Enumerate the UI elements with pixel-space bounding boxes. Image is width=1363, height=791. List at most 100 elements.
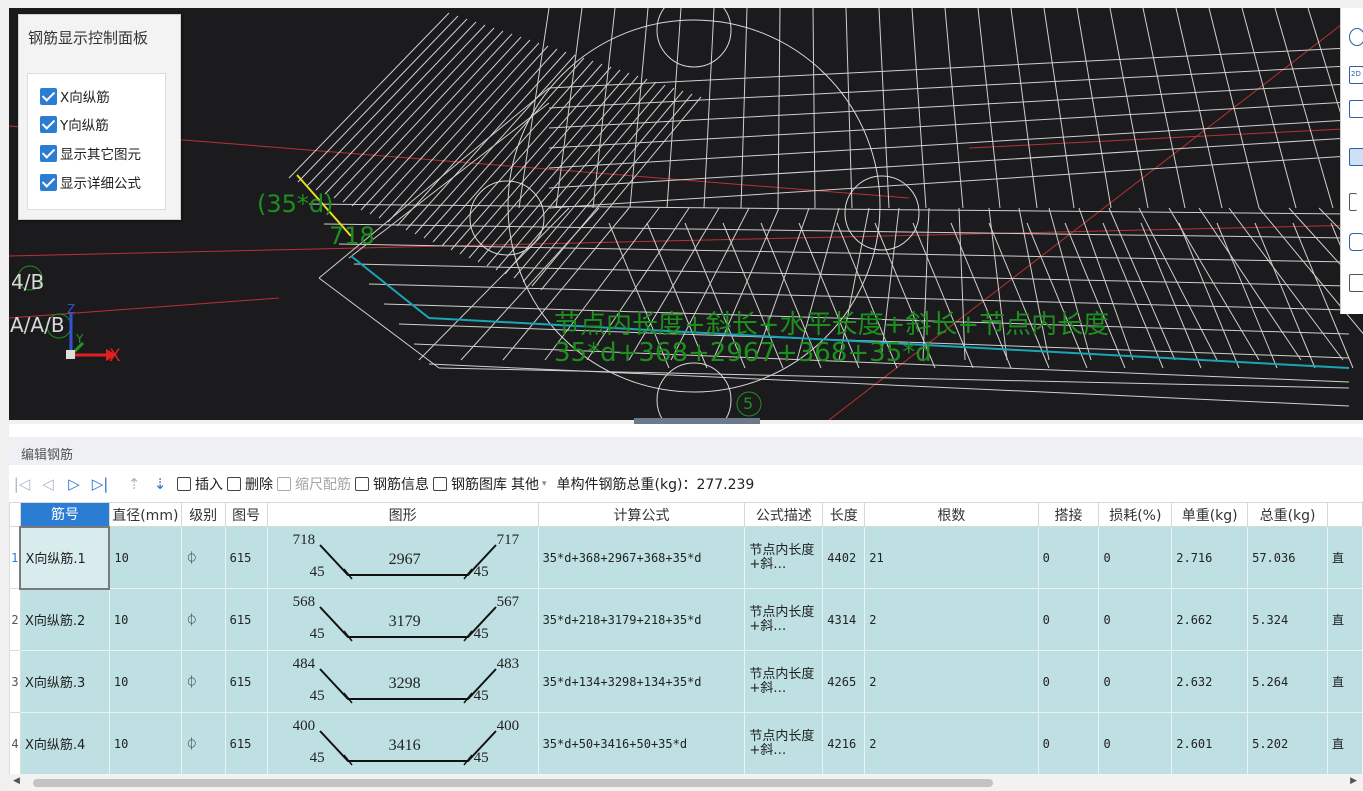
option-y-rebar[interactable]: Y向纵筋 bbox=[40, 114, 109, 134]
cell-fig[interactable]: 615 bbox=[224, 526, 268, 589]
cell-formula[interactable]: 35*d+50+3416+50+35*d bbox=[537, 712, 746, 774]
cell-formula[interactable]: 35*d+368+2967+368+35*d bbox=[537, 526, 746, 589]
row-number[interactable]: 4 bbox=[9, 712, 21, 774]
cell-desc[interactable]: 节点内长度+斜… bbox=[744, 588, 824, 651]
2d-icon[interactable]: 2D bbox=[1349, 66, 1363, 84]
cube-icon[interactable] bbox=[1349, 233, 1363, 251]
scroll-left-icon[interactable]: ◀ bbox=[13, 776, 20, 786]
table-row[interactable]: 4 X向纵筋.4 10 ⏀ 615 400 400 45 45 3416 35*d+50+3416+… bbox=[9, 712, 1363, 774]
last-record-icon[interactable]: ▷| bbox=[87, 475, 113, 493]
col-unit-weight[interactable]: 单重(kg) bbox=[1171, 502, 1249, 527]
col-grade[interactable]: 级别 bbox=[180, 502, 226, 527]
col-total-weight[interactable]: 总重(kg) bbox=[1247, 502, 1328, 527]
prev-record-icon[interactable]: ◁ bbox=[35, 475, 61, 493]
cell-grade[interactable]: ⏀ bbox=[180, 526, 226, 589]
cell-name[interactable]: X向纵筋.2 bbox=[19, 588, 110, 651]
table-row[interactable]: 3 X向纵筋.3 10 ⏀ 615 484 483 45 45 3298 35*d+134+3298… bbox=[9, 650, 1363, 713]
cell-desc[interactable]: 节点内长度+斜… bbox=[744, 650, 824, 713]
col-lap[interactable]: 搭接 bbox=[1037, 502, 1100, 527]
cell-count[interactable]: 2 bbox=[864, 712, 1039, 774]
cell-grade[interactable]: ⏀ bbox=[180, 712, 226, 774]
cell-dia[interactable]: 10 bbox=[108, 588, 182, 651]
rebar-shape-cell[interactable]: 718 717 45 45 2967 bbox=[266, 526, 539, 589]
col-diameter[interactable]: 直径(mm) bbox=[108, 502, 182, 527]
cell-name[interactable]: X向纵筋.1 bbox=[19, 525, 111, 590]
cell-total-wt[interactable]: 5.324 bbox=[1247, 588, 1328, 651]
cell-lap[interactable]: 0 bbox=[1037, 712, 1100, 774]
cell-formula[interactable]: 35*d+134+3298+134+35*d bbox=[537, 650, 746, 713]
cell-total-wt[interactable]: 5.264 bbox=[1247, 650, 1328, 713]
col-formula-desc[interactable]: 公式描述 bbox=[744, 502, 824, 527]
col-extra[interactable] bbox=[1326, 502, 1363, 527]
cell-extra[interactable]: 直 bbox=[1326, 712, 1363, 774]
table-row[interactable]: 2 X向纵筋.2 10 ⏀ 615 568 567 45 45 3179 35*d+218+3179… bbox=[9, 588, 1363, 651]
other-menu-button[interactable]: 其他 ▾ bbox=[511, 473, 547, 495]
cell-formula[interactable]: 35*d+218+3179+218+35*d bbox=[537, 588, 746, 651]
scroll-right-icon[interactable]: ▶ bbox=[1350, 776, 1357, 786]
cell-grade[interactable]: ⏀ bbox=[180, 650, 226, 713]
row-number[interactable]: 3 bbox=[9, 650, 21, 713]
checkbox-checked-icon[interactable] bbox=[40, 87, 57, 105]
cell-name[interactable]: X向纵筋.4 bbox=[19, 712, 110, 774]
cell-loss[interactable]: 0 bbox=[1098, 712, 1173, 774]
cell-unit-wt[interactable]: 2.662 bbox=[1171, 588, 1249, 651]
next-record-icon[interactable]: ▷ bbox=[61, 475, 87, 493]
cell-dia[interactable]: 10 bbox=[108, 712, 182, 774]
rebar-shape-cell[interactable]: 568 567 45 45 3179 bbox=[266, 588, 539, 651]
checkbox-checked-icon[interactable] bbox=[40, 144, 57, 162]
cell-fig[interactable]: 615 bbox=[224, 650, 268, 713]
cell-extra[interactable]: 直 bbox=[1326, 650, 1363, 713]
cell-length[interactable]: 4265 bbox=[822, 650, 866, 713]
cell-fig[interactable]: 615 bbox=[224, 712, 268, 774]
3d-viewport[interactable]: 4/B A/A/B X Y Z (35*d) 718 节点内长度+斜长+水平长度… bbox=[9, 8, 1363, 420]
col-rebar-no[interactable]: 筋号 bbox=[19, 502, 110, 527]
cell-extra[interactable]: 直 bbox=[1326, 588, 1363, 651]
cell-length[interactable]: 4402 bbox=[822, 526, 866, 589]
cell-total-wt[interactable]: 5.202 bbox=[1247, 712, 1328, 774]
rebar-shape-cell[interactable]: 484 483 45 45 3298 bbox=[266, 650, 539, 713]
cell-unit-wt[interactable]: 2.632 bbox=[1171, 650, 1249, 713]
delete-button[interactable]: 删除 bbox=[227, 473, 273, 495]
col-formula[interactable]: 计算公式 bbox=[537, 502, 746, 527]
col-count[interactable]: 根数 bbox=[864, 502, 1039, 527]
cell-desc[interactable]: 节点内长度+斜… bbox=[744, 712, 824, 774]
insert-button[interactable]: 插入 bbox=[177, 473, 223, 495]
option-other-elements[interactable]: 显示其它图元 bbox=[40, 143, 141, 163]
cell-grade[interactable]: ⏀ bbox=[180, 588, 226, 651]
rebar-shape-cell[interactable]: 400 400 45 45 3416 bbox=[266, 712, 539, 774]
cell-fig[interactable]: 615 bbox=[224, 588, 268, 651]
table-row[interactable]: 1 X向纵筋.1 10 ⏀ 615 718 717 45 45 2967 35*d+368+2967… bbox=[9, 525, 1363, 590]
cell-length[interactable]: 4314 bbox=[822, 588, 866, 651]
rebar-library-button[interactable]: 钢筋图库 bbox=[433, 473, 507, 495]
scroll-thumb[interactable] bbox=[33, 779, 993, 787]
checkbox-checked-icon[interactable] bbox=[40, 115, 57, 133]
rotate-icon[interactable] bbox=[1349, 28, 1363, 46]
checkbox-checked-icon[interactable] bbox=[40, 173, 57, 191]
cell-unit-wt[interactable]: 2.601 bbox=[1171, 712, 1249, 774]
cell-lap[interactable]: 0 bbox=[1037, 526, 1100, 589]
cell-count[interactable]: 2 bbox=[864, 588, 1039, 651]
move-up-icon[interactable]: ⇡ bbox=[121, 475, 147, 493]
box-icon[interactable] bbox=[1349, 100, 1363, 118]
rebar-info-button[interactable]: 钢筋信息 bbox=[355, 473, 429, 495]
cell-total-wt[interactable]: 57.036 bbox=[1247, 526, 1328, 589]
scale-rebar-button[interactable]: 缩尺配筋 bbox=[277, 473, 351, 495]
cell-length[interactable]: 4216 bbox=[822, 712, 866, 774]
col-loss[interactable]: 损耗(%) bbox=[1098, 502, 1173, 527]
list-icon[interactable] bbox=[1349, 274, 1363, 292]
cell-extra[interactable]: 直 bbox=[1326, 526, 1363, 589]
cell-loss[interactable]: 0 bbox=[1098, 650, 1173, 713]
cell-lap[interactable]: 0 bbox=[1037, 650, 1100, 713]
cell-dia[interactable]: 10 bbox=[108, 526, 182, 589]
row-number[interactable]: 2 bbox=[9, 588, 21, 651]
cell-unit-wt[interactable]: 2.716 bbox=[1171, 526, 1249, 589]
move-down-icon[interactable]: ⇣ bbox=[147, 475, 173, 493]
first-record-icon[interactable]: |◁ bbox=[9, 475, 35, 493]
option-detail-formula[interactable]: 显示详细公式 bbox=[40, 172, 141, 192]
horizontal-scrollbar[interactable]: ◀ ▶ bbox=[9, 774, 1363, 791]
row-number[interactable]: 1 bbox=[9, 526, 21, 589]
cell-loss[interactable]: 0 bbox=[1098, 588, 1173, 651]
cell-name[interactable]: X向纵筋.3 bbox=[19, 650, 110, 713]
col-length[interactable]: 长度 bbox=[822, 502, 866, 527]
cell-lap[interactable]: 0 bbox=[1037, 588, 1100, 651]
